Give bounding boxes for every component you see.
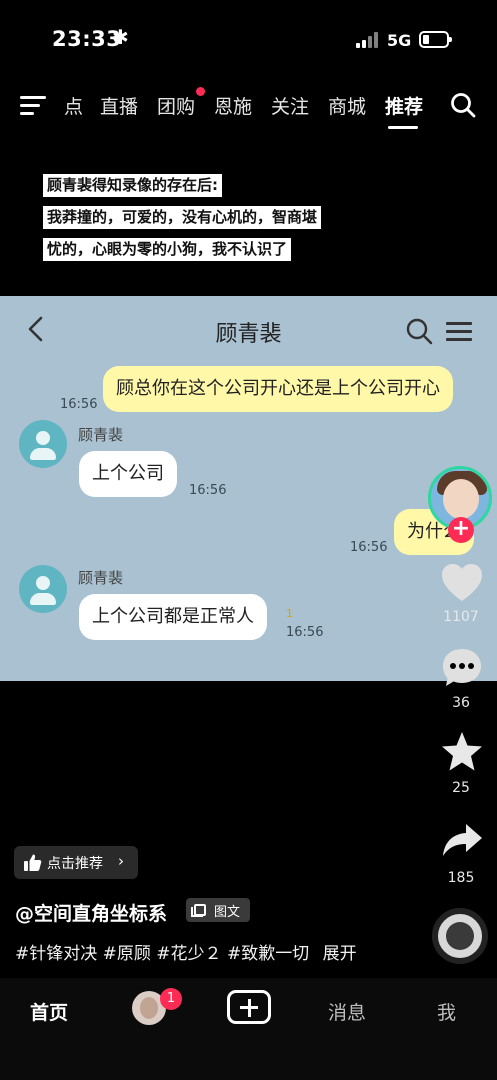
- hashtags: #针锋对决 #原顾 #花少２ #致歉一切 展开: [15, 939, 357, 964]
- search-icon[interactable]: [450, 92, 476, 118]
- read-mark: 1: [286, 607, 293, 620]
- chevron-right-icon: ›: [118, 852, 124, 870]
- chat-bubble-received: 上个公司: [79, 451, 177, 497]
- expand-link[interactable]: 展开: [323, 944, 357, 964]
- heart-icon[interactable]: [440, 562, 484, 606]
- tab-following[interactable]: 关注: [271, 92, 309, 119]
- menu-icon: [446, 320, 472, 342]
- sender-name: 顾青裴: [78, 569, 124, 587]
- tab-group-buy[interactable]: 团购: [157, 92, 195, 119]
- favorite-count: 25: [452, 780, 470, 796]
- tab-me[interactable]: 我: [437, 998, 456, 1025]
- message-time: 16:56: [189, 483, 227, 498]
- status-time: 23:33: [52, 27, 122, 51]
- active-tab-indicator: [388, 126, 418, 129]
- tab-mall[interactable]: 商城: [328, 92, 366, 119]
- post-type-label: 图文: [214, 905, 241, 920]
- tab-dian[interactable]: 点: [64, 92, 83, 119]
- signal-icon: [356, 32, 380, 48]
- share-icon[interactable]: [440, 820, 484, 864]
- network-type: 5G: [387, 31, 412, 50]
- tab-home[interactable]: 首页: [30, 998, 68, 1025]
- comment-icon[interactable]: [440, 646, 484, 690]
- message-time: 16:56: [60, 397, 98, 412]
- caption-line: 忧的，心眼为零的小狗，我不认识了: [43, 238, 292, 261]
- comment-count: 36: [452, 695, 470, 711]
- like-count: 1107: [443, 609, 479, 625]
- top-nav: 点 直播 团购 恩施 关注 商城 推荐: [0, 84, 497, 129]
- create-button[interactable]: [227, 990, 271, 1024]
- recommend-label: 点击推荐: [47, 856, 103, 872]
- tab-messages[interactable]: 消息: [328, 998, 366, 1025]
- message-time: 16:56: [286, 625, 324, 640]
- avatar: [19, 420, 67, 468]
- tab-live[interactable]: 直播: [100, 92, 138, 119]
- follow-button[interactable]: +: [448, 517, 474, 543]
- share-count: 185: [447, 870, 475, 886]
- status-bar: 23:33 ✱ 5G: [0, 0, 497, 78]
- caption-line: 顾青裴得知录像的存在后:: [43, 174, 222, 197]
- tab-enshi[interactable]: 恩施: [214, 92, 252, 119]
- music-disc[interactable]: [432, 908, 488, 964]
- avatar: [19, 565, 67, 613]
- bottom-tab-bar: 首页 1 消息 我: [0, 978, 497, 1080]
- star-icon[interactable]: [440, 730, 484, 774]
- battery-icon: [419, 31, 452, 48]
- recommend-button[interactable]: 点击推荐 ›: [14, 846, 138, 879]
- hashtag-list[interactable]: #针锋对决 #原顾 #花少２ #致歉一切: [15, 944, 309, 964]
- message-time: 16:56: [350, 540, 388, 555]
- tab-recommend[interactable]: 推荐: [385, 92, 423, 119]
- chat-bubble-sent: 顾总你在这个公司开心还是上个公司开心: [103, 366, 453, 412]
- menu-icon[interactable]: [20, 94, 46, 116]
- caption-line: 我莽撞的，可爱的，没有心机的，智商堪: [43, 206, 322, 229]
- asterisk-icon: ✱: [112, 25, 129, 49]
- sender-name: 顾青裴: [78, 426, 124, 444]
- post-type-badge: 图文: [186, 898, 250, 922]
- chat-bubble-received: 上个公司都是正常人: [79, 594, 267, 640]
- thumbs-up-icon: [24, 854, 42, 871]
- search-icon: [406, 318, 433, 345]
- author-handle[interactable]: @空间直角坐标系: [15, 899, 167, 926]
- notification-dot: [196, 87, 205, 96]
- chat-screenshot: 顾青裴 顾总你在这个公司开心还是上个公司开心 16:56 顾青裴 上个公司 16…: [0, 296, 497, 681]
- friends-badge: 1: [160, 988, 182, 1010]
